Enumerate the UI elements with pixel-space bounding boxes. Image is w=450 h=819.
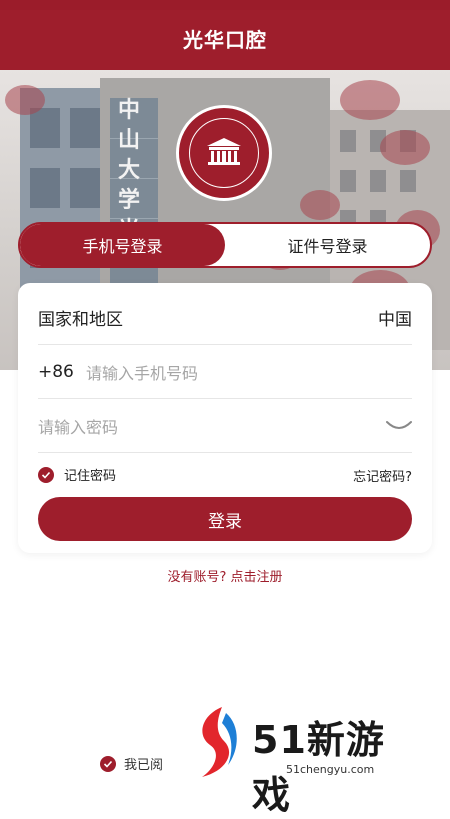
watermark-url: 51chengyu.com	[286, 763, 375, 776]
status-bar	[0, 0, 450, 10]
password-row: 请输入密码	[38, 399, 412, 453]
agreement-text: 我已阅	[124, 758, 164, 773]
tab-phone-login[interactable]: 手机号登录	[20, 224, 225, 266]
eye-closed-icon[interactable]	[386, 420, 412, 432]
remember-password[interactable]: 记住密码	[38, 465, 116, 484]
password-input[interactable]: 请输入密码	[38, 414, 118, 438]
region-label: 国家和地区	[38, 310, 123, 330]
site-watermark: 51新游戏 51chengyu.com	[192, 705, 422, 817]
phone-prefix[interactable]: +86	[38, 362, 86, 382]
region-row[interactable]: 国家和地区 中国	[38, 291, 412, 345]
hero-sign-char: 大	[118, 157, 141, 183]
region-value[interactable]: 中国	[378, 305, 412, 330]
hero-sign-char: 中	[118, 97, 141, 123]
forgot-password-link[interactable]: 忘记密码?	[353, 466, 412, 485]
remember-label: 记住密码	[64, 469, 117, 484]
watermark-logo-icon	[202, 707, 237, 777]
checkmark-icon[interactable]	[38, 466, 54, 483]
tab-id-login[interactable]: 证件号登录	[225, 224, 430, 266]
hero-sign-char: 学	[118, 187, 141, 213]
checkmark-icon[interactable]	[100, 755, 116, 772]
login-button[interactable]: 登录	[38, 497, 412, 541]
building-facade-icon	[207, 138, 241, 165]
login-card: 国家和地区 中国 +86 请输入手机号码 请输入密码 记住密码 忘记密码? 登录	[18, 283, 432, 553]
login-method-tabs: 手机号登录 证件号登录	[18, 222, 432, 268]
app-title: 光华口腔	[183, 28, 267, 52]
hospital-logo	[176, 105, 272, 201]
hero-sign-char: 山	[118, 127, 141, 153]
register-link[interactable]: 没有账号? 点击注册	[0, 566, 450, 585]
phone-input[interactable]: 请输入手机号码	[86, 360, 198, 384]
agreement-row[interactable]: 我已阅	[100, 754, 163, 773]
app-header: 光华口腔	[0, 0, 450, 70]
phone-row: +86 请输入手机号码	[38, 345, 412, 399]
